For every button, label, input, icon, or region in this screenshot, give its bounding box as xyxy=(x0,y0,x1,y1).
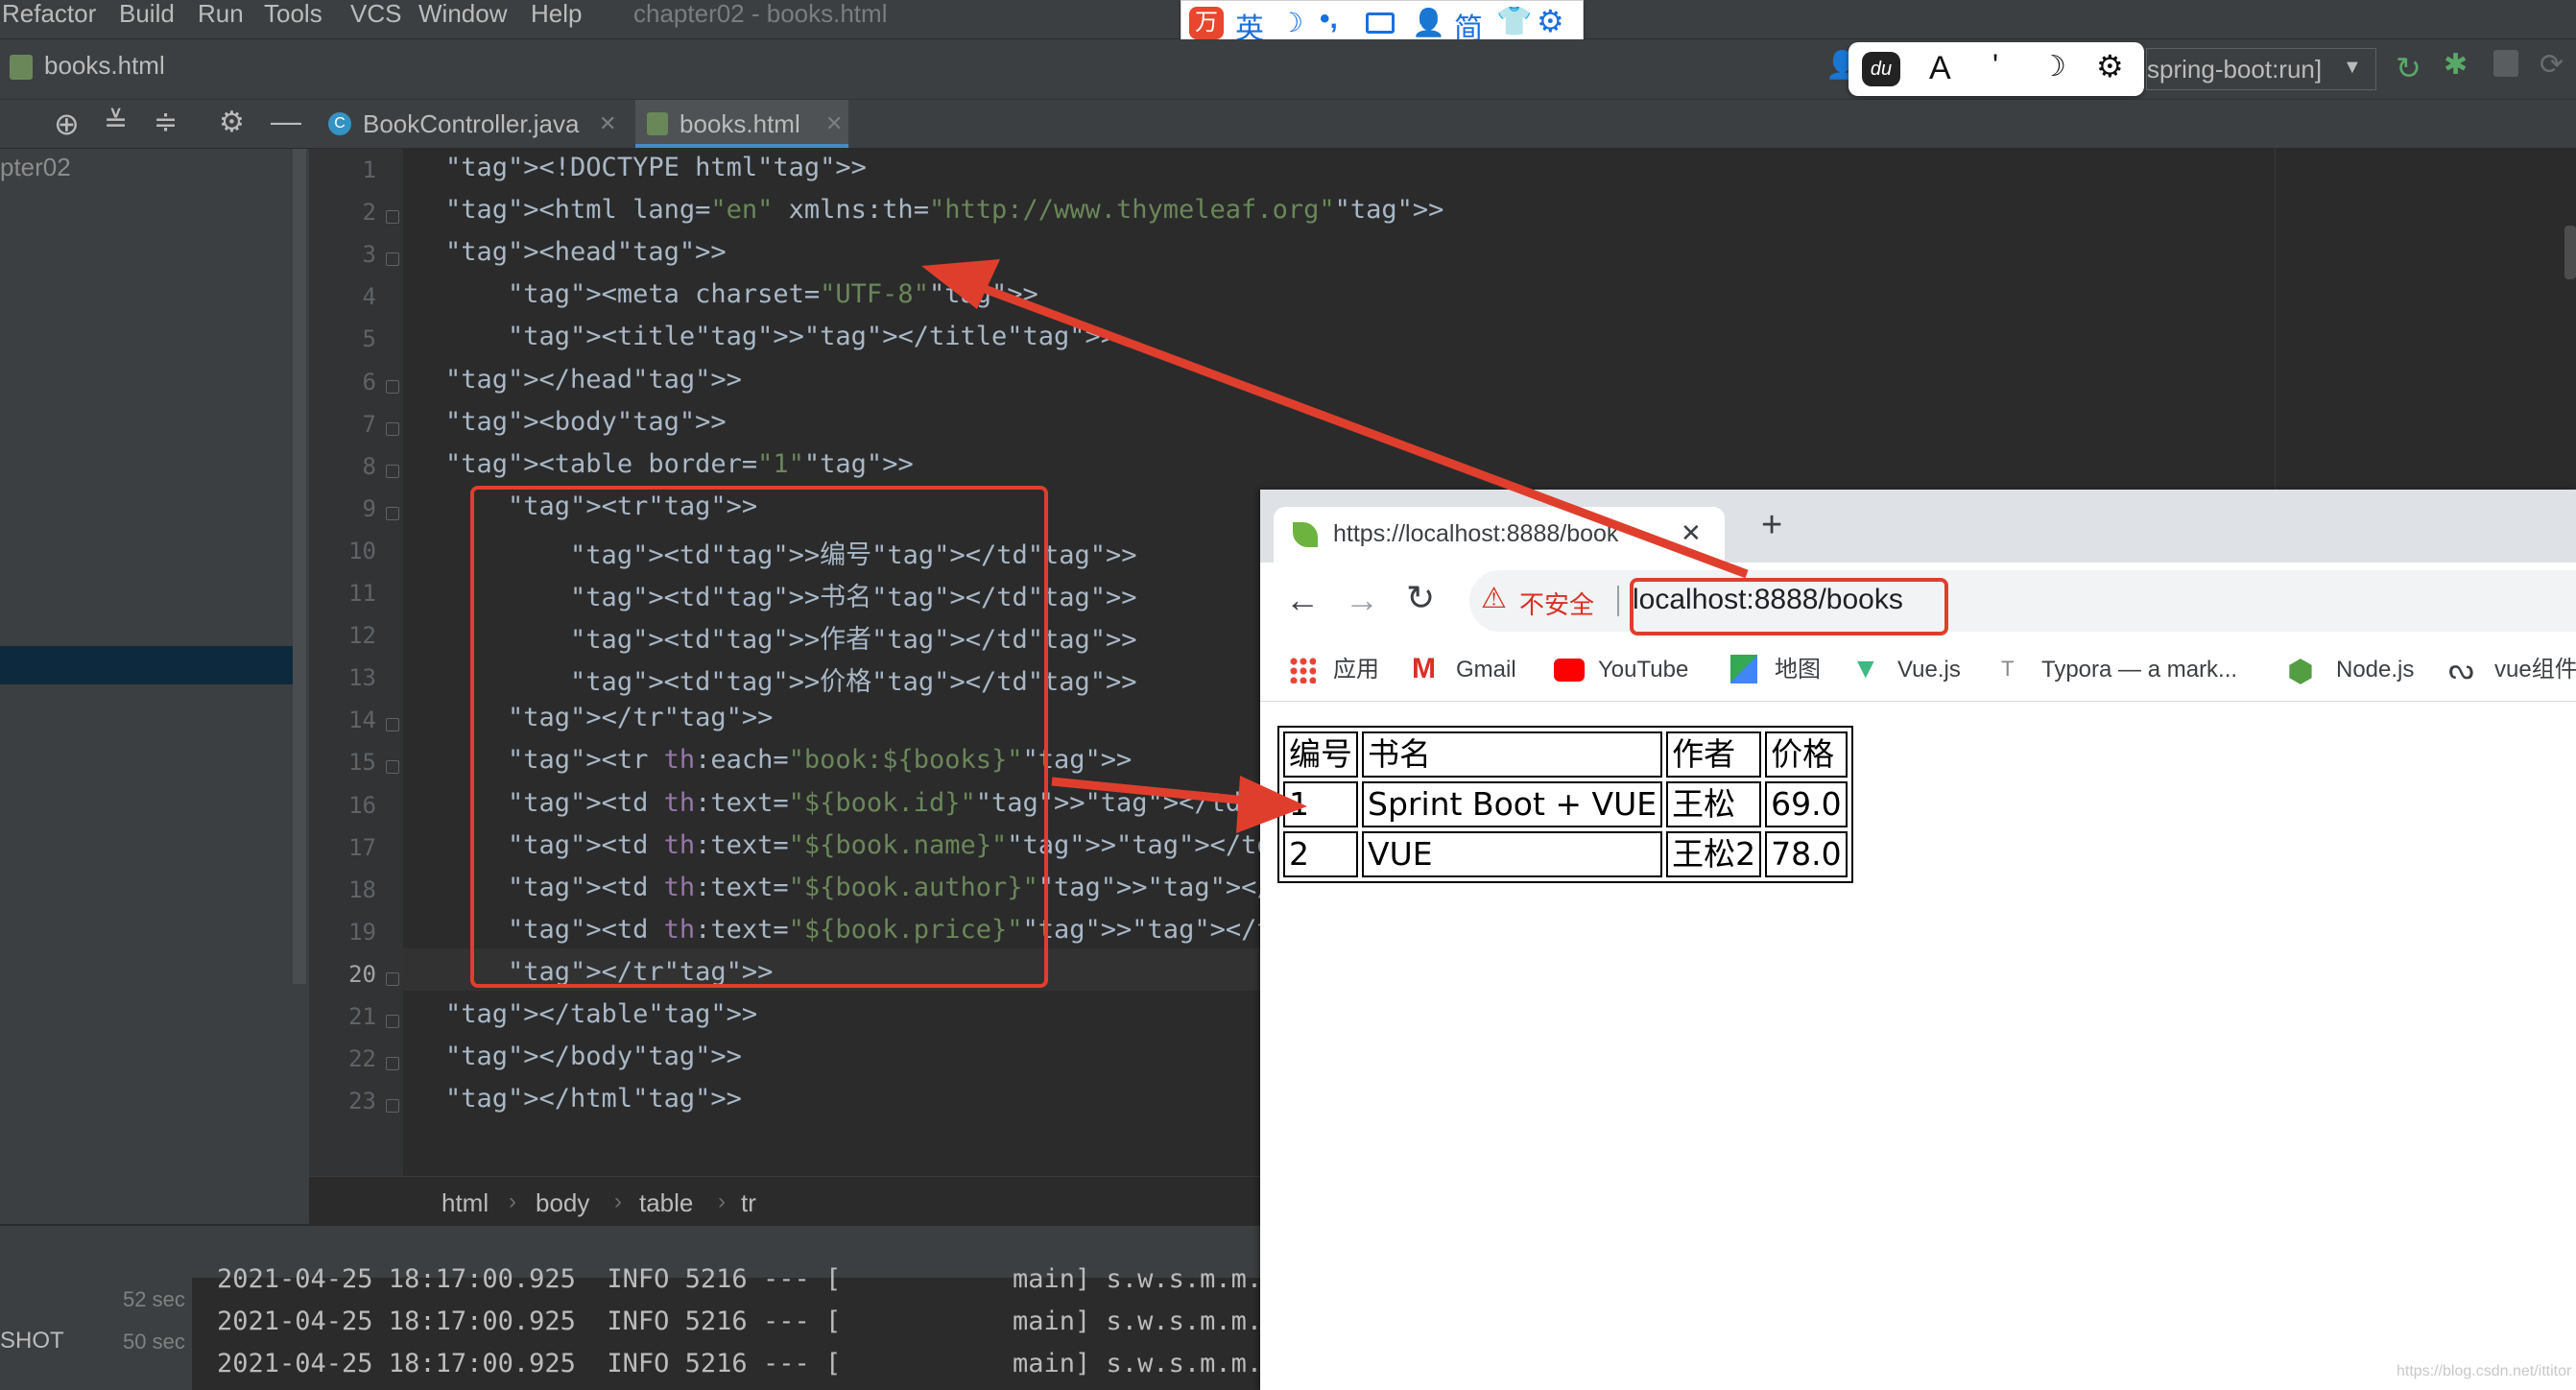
annotation-arrows xyxy=(921,259,1749,833)
arrow-head-icon xyxy=(921,259,1000,309)
arrow-to-table xyxy=(1051,777,1268,807)
arrow-head-icon xyxy=(1236,776,1307,833)
arrow-to-head xyxy=(967,278,1749,579)
